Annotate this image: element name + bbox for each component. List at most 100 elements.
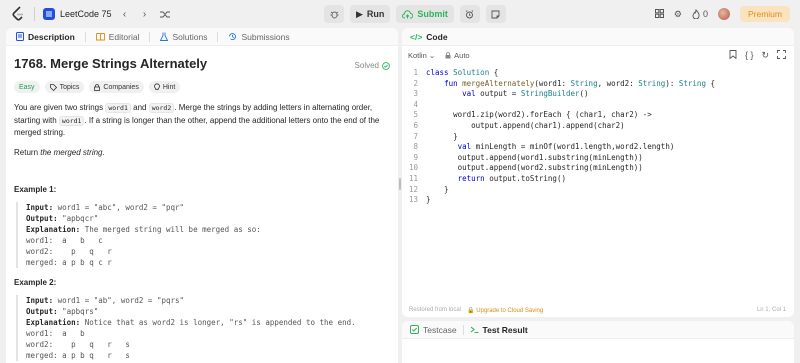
tag-icon xyxy=(49,83,57,91)
panel-resize-handle[interactable] xyxy=(399,178,401,190)
lock-icon xyxy=(94,83,101,91)
tab-test-result-label: Test Result xyxy=(482,324,528,335)
tab-solutions[interactable]: Solutions xyxy=(156,32,211,42)
code-editor[interactable]: 1 class Solution { 2 fun mergeAlternately… xyxy=(402,68,794,298)
reset-icon[interactable]: ↻ xyxy=(761,50,769,61)
line-number: 12 xyxy=(408,184,418,194)
topics-label: Topics xyxy=(59,83,80,91)
fullscreen-icon[interactable] xyxy=(777,50,786,61)
output-value: "apbqrs" xyxy=(57,306,99,316)
format-braces-icon[interactable]: { } xyxy=(745,50,754,61)
line-number: 9 xyxy=(413,152,418,162)
line-number: 13 xyxy=(408,195,418,205)
problem-title[interactable]: 1768. Merge Strings Alternately xyxy=(14,56,390,71)
restored-status: Restored from local xyxy=(409,307,462,313)
top-right-toolbar: ⚙ 0 Premium xyxy=(654,5,790,23)
tab-test-result[interactable]: Test Result xyxy=(470,325,528,335)
code-tab-header: </> Code xyxy=(402,28,794,46)
user-avatar[interactable] xyxy=(717,8,730,20)
bug-icon xyxy=(330,11,338,18)
hint-tag[interactable]: Hint xyxy=(148,81,181,93)
lock-icon xyxy=(445,51,451,58)
output-label: Output: xyxy=(26,213,58,223)
inline-code: word1 xyxy=(105,103,131,113)
code-line: 6 output.append(char1).append(char2) xyxy=(402,121,794,132)
example-explanation-line: Explanation: Notice that as word2 is lon… xyxy=(26,317,390,328)
code-line: 13} xyxy=(402,195,794,206)
line-number: 8 xyxy=(413,142,418,152)
code-tab-label[interactable]: Code xyxy=(426,32,447,42)
test-tabs: Testcase Test Result xyxy=(402,321,794,339)
notes-button[interactable] xyxy=(485,5,506,23)
example-title: Example 1: xyxy=(14,184,57,194)
note-icon xyxy=(491,10,500,18)
topics-tag[interactable]: Topics xyxy=(44,81,85,93)
example-detail-line: word1: a b c xyxy=(26,235,103,245)
companies-tag[interactable]: Companies xyxy=(89,81,144,93)
code-text: val output = StringBuilder() xyxy=(462,89,589,99)
divider xyxy=(462,324,464,335)
upgrade-cloud-link[interactable]: 🔒 Upgrade to Cloud Saving xyxy=(467,307,543,314)
code-line: 1 class Solution { xyxy=(402,68,794,79)
chevron-right-icon[interactable]: › xyxy=(138,7,152,21)
input-value: word1 = "abc", word2 = "pqr" xyxy=(53,202,185,212)
cloud-upload-icon xyxy=(402,9,414,18)
submit-button[interactable]: Submit xyxy=(396,5,454,23)
tab-editorial-label: Editorial xyxy=(108,31,140,42)
explanation-label: Explanation: xyxy=(26,317,81,327)
leetcode-logo-icon[interactable] xyxy=(10,6,26,22)
flask-icon xyxy=(160,32,169,41)
divider xyxy=(149,31,151,42)
input-label: Input: xyxy=(26,295,54,305)
tab-submissions[interactable]: Submissions xyxy=(224,32,293,42)
tab-description[interactable]: Description xyxy=(12,32,79,42)
desc-text: You are given two strings xyxy=(14,103,106,112)
code-editor-panel: </> Code Kotlin ⌄ Auto { } ↻ 1 class Solu… xyxy=(402,28,794,317)
chevron-down-icon: ⌄ xyxy=(428,50,436,60)
example-input-line: Input: word1 = "abc", word2 = "pqr" xyxy=(26,202,390,213)
layout-grid-icon[interactable] xyxy=(654,8,664,20)
settings-gear-icon[interactable]: ⚙ xyxy=(674,9,682,20)
tab-testcase[interactable]: Testcase xyxy=(410,325,457,335)
example-input-line: Input: word1 = "ab", word2 = "pqrs" xyxy=(26,295,390,306)
debug-button[interactable] xyxy=(324,5,344,23)
tab-submissions-label: Submissions xyxy=(241,31,290,42)
return-description: Return the merged string. xyxy=(14,148,390,157)
line-number: 7 xyxy=(413,131,418,141)
shuffle-icon[interactable] xyxy=(158,7,172,21)
code-text: class Solution { xyxy=(426,68,499,77)
run-submit-toolbar: ▶ Run Submit xyxy=(324,5,506,23)
streak-counter[interactable]: 0 xyxy=(692,9,708,19)
output-label: Output: xyxy=(26,306,58,316)
code-text: output.append(char1).append(char2) xyxy=(426,120,625,130)
problem-tags: Easy Topics Companies Hint xyxy=(14,81,390,93)
explanation-label: Explanation: xyxy=(26,224,81,234)
solved-status: Solved xyxy=(355,61,390,70)
problem-list-button[interactable]: LeetCode 75 xyxy=(43,8,112,20)
line-number: 3 xyxy=(413,89,418,99)
lock-icon: 🔒 xyxy=(467,307,475,314)
book-icon xyxy=(95,32,105,40)
description-tabs: Description Editorial Solutions Submissi… xyxy=(6,28,398,46)
difficulty-badge: Easy xyxy=(14,81,40,93)
language-select[interactable]: Kotlin ⌄ xyxy=(408,51,435,60)
alarm-clock-icon xyxy=(466,9,474,18)
bookmark-icon[interactable] xyxy=(729,50,737,61)
auto-mode-toggle[interactable]: Auto xyxy=(445,51,470,60)
code-line: 2 fun mergeAlternately(word1: String, wo… xyxy=(402,79,794,90)
fire-icon xyxy=(692,9,700,19)
chevron-left-icon[interactable]: ‹ xyxy=(118,7,132,21)
tab-description-label: Description xyxy=(28,31,75,42)
return-text: . xyxy=(102,147,105,157)
tab-testcase-label: Testcase xyxy=(423,324,457,335)
run-button[interactable]: ▶ Run xyxy=(350,5,391,23)
list-icon xyxy=(43,8,55,20)
timer-button[interactable] xyxy=(459,5,480,23)
companies-label: Companies xyxy=(103,83,139,91)
hint-label: Hint xyxy=(162,83,176,91)
tab-editorial[interactable]: Editorial xyxy=(92,32,144,42)
code-text: return output.toString() xyxy=(457,173,566,183)
code-text: } xyxy=(426,195,431,205)
explanation-value: The merged string will be merged as so: xyxy=(80,224,261,234)
premium-button[interactable]: Premium xyxy=(739,6,790,22)
